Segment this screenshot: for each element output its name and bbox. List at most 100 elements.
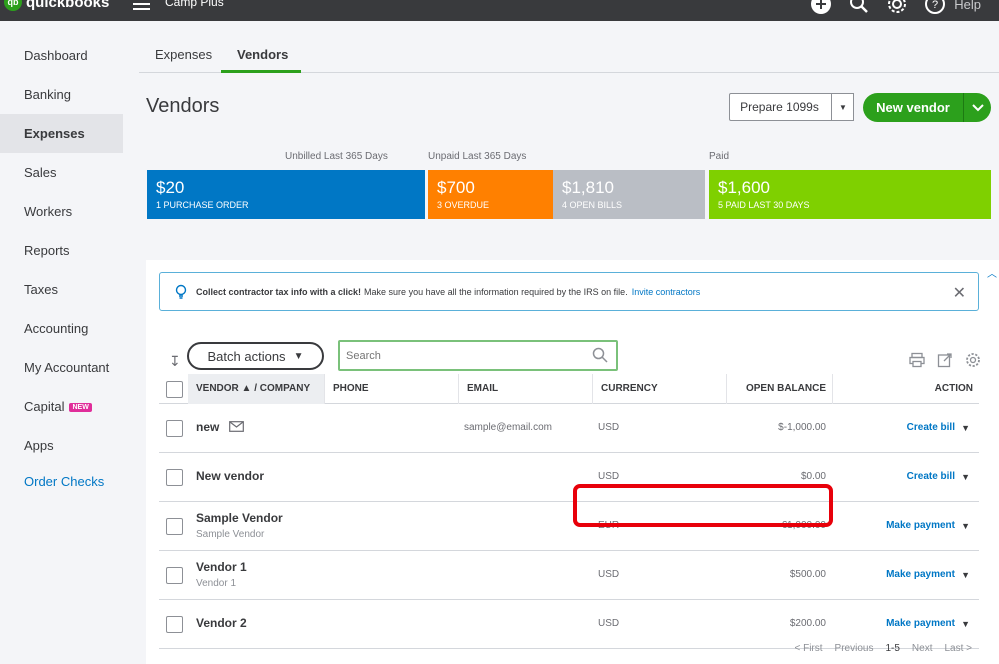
hamburger-menu-icon[interactable]	[133, 0, 150, 10]
batch-actions-button[interactable]: Batch actions ▼	[187, 342, 324, 370]
column-currency[interactable]: CURRENCY	[592, 374, 726, 404]
prepare-1099-dropdown[interactable]: ▼	[831, 93, 854, 121]
new-vendor-dropdown[interactable]	[963, 93, 991, 122]
vendor-name[interactable]: new	[196, 420, 219, 434]
sidebar-item-capital[interactable]: Capital NEW	[0, 387, 123, 426]
vendor-currency: USD	[598, 422, 620, 433]
export-icon[interactable]	[937, 352, 953, 368]
logo-text: quickbooks	[26, 0, 110, 11]
tab-vendors[interactable]: Vendors	[237, 47, 288, 62]
segment-amount: $1,810	[562, 178, 614, 197]
tab-expenses[interactable]: Expenses	[155, 47, 212, 62]
sidebar-item-expenses[interactable]: Expenses	[0, 114, 123, 153]
invite-contractors-link[interactable]: Invite contractors	[632, 287, 701, 297]
make-payment-link[interactable]: Make payment	[886, 618, 955, 629]
main-content: Expenses Vendors Vendors Prepare 1099s ▼…	[123, 21, 999, 664]
action-dropdown-icon[interactable]: ▼	[961, 570, 970, 580]
sidebar-item-taxes[interactable]: Taxes	[0, 270, 123, 309]
pagination: < First Previous 1-5 Next Last >	[794, 643, 972, 654]
sidebar-item-accounting[interactable]: Accounting	[0, 309, 123, 348]
previous-page-link[interactable]: Previous	[835, 643, 874, 654]
column-open-balance[interactable]: OPEN BALANCE	[726, 374, 832, 404]
close-icon[interactable]: ✕	[953, 283, 966, 303]
row-checkbox[interactable]	[166, 616, 183, 633]
mail-icon[interactable]	[229, 421, 244, 432]
vendor-name[interactable]: New vendor	[196, 469, 264, 483]
table-row[interactable]: Vendor 1 Vendor 1 USD $500.00 Make payme…	[159, 551, 979, 600]
vendor-company: Sample Vendor	[196, 529, 265, 540]
select-all-checkbox[interactable]	[166, 381, 183, 398]
create-bill-link[interactable]: Create bill	[907, 471, 955, 482]
quickbooks-logo[interactable]: qb quickbooks	[4, 0, 109, 11]
vendor-name[interactable]: Sample Vendor	[196, 511, 283, 525]
banner-headline: Collect contractor tax info with a click…	[196, 286, 362, 297]
chevron-down-icon: ▼	[839, 102, 847, 112]
create-bill-link[interactable]: Create bill	[907, 422, 955, 433]
sort-arrow-icon[interactable]: ↧	[169, 353, 181, 370]
last-page-link[interactable]: Last >	[944, 643, 972, 654]
scroll-up-icon[interactable]: ︿	[987, 265, 997, 280]
chevron-down-icon	[971, 103, 984, 111]
next-page-link[interactable]: Next	[912, 643, 933, 654]
row-checkbox[interactable]	[166, 567, 183, 584]
table-row[interactable]: new sample@email.com USD $-1,000.00 Crea…	[159, 404, 979, 453]
print-icon[interactable]	[909, 352, 925, 368]
top-bar: qb quickbooks Camp Plus ? Help	[0, 0, 999, 21]
settings-gear-icon[interactable]	[965, 352, 981, 368]
sidebar-item-reports[interactable]: Reports	[0, 231, 123, 270]
search-input[interactable]	[340, 342, 580, 369]
search-icon[interactable]	[592, 347, 608, 363]
row-checkbox[interactable]	[166, 518, 183, 535]
make-payment-link[interactable]: Make payment	[886, 569, 955, 580]
svg-text:?: ?	[932, 0, 938, 11]
segment-caption: 4 OPEN BILLS	[562, 200, 623, 210]
page-range: 1-5	[885, 643, 900, 654]
help-label[interactable]: Help	[954, 0, 981, 12]
first-page-link[interactable]: < First	[794, 643, 822, 654]
lightbulb-icon	[175, 284, 187, 299]
sidebar-item-order-checks[interactable]: Order Checks	[0, 465, 123, 499]
vendor-name[interactable]: Vendor 2	[196, 616, 247, 630]
row-checkbox[interactable]	[166, 469, 183, 486]
vendor-open-balance: $200.00	[789, 618, 826, 629]
tab-bar: Expenses Vendors	[139, 21, 999, 73]
gear-icon[interactable]	[886, 0, 908, 15]
table-row[interactable]: Sample Vendor Sample Vendor EUR €1,000.0…	[159, 502, 979, 551]
help-icon[interactable]: ?	[924, 0, 946, 15]
action-dropdown-icon[interactable]: ▼	[961, 619, 970, 629]
action-dropdown-icon[interactable]: ▼	[961, 472, 970, 482]
sidebar-item-sales[interactable]: Sales	[0, 153, 123, 192]
action-dropdown-icon[interactable]: ▼	[961, 423, 970, 433]
new-vendor-button[interactable]: New vendor	[863, 93, 963, 122]
row-checkbox[interactable]	[166, 420, 183, 437]
search-icon[interactable]	[848, 0, 870, 15]
sidebar-item-my-accountant[interactable]: My Accountant	[0, 348, 123, 387]
column-phone[interactable]: PHONE	[324, 374, 458, 404]
table-row[interactable]: Vendor 2 USD $200.00 Make payment ▼	[159, 600, 979, 649]
sidebar-item-banking[interactable]: Banking	[0, 75, 123, 114]
vendor-open-balance: $-1,000.00	[778, 422, 826, 433]
highlight-annotation	[573, 484, 833, 527]
money-bar-open-bills[interactable]: $1,810 4 OPEN BILLS	[553, 170, 705, 219]
column-vendor[interactable]: VENDOR ▲ / COMPANY	[188, 374, 324, 404]
caret-down-icon: ▼	[293, 350, 304, 362]
plus-circle-icon[interactable]	[810, 0, 832, 15]
vendor-name[interactable]: Vendor 1	[196, 560, 247, 574]
qb-logo-icon: qb	[4, 0, 22, 11]
money-bar-purchase-orders[interactable]: $20 1 PURCHASE ORDER	[147, 170, 425, 219]
money-bar-paid[interactable]: $1,600 5 PAID LAST 30 DAYS	[709, 170, 991, 219]
table-row[interactable]: New vendor USD $0.00 Create bill ▼	[159, 453, 979, 502]
sidebar-item-apps[interactable]: Apps	[0, 426, 123, 465]
segment-amount: $20	[156, 178, 185, 197]
make-payment-link[interactable]: Make payment	[886, 520, 955, 531]
column-email[interactable]: EMAIL	[458, 374, 592, 404]
column-action: ACTION	[832, 374, 979, 404]
action-dropdown-icon[interactable]: ▼	[961, 521, 970, 531]
vendor-search	[338, 340, 618, 371]
sidebar-item-dashboard[interactable]: Dashboard	[0, 36, 123, 75]
prepare-1099-label: Prepare 1099s	[740, 100, 819, 114]
vendor-currency: USD	[598, 618, 620, 629]
money-bar-overdue[interactable]: $700 3 OVERDUE	[428, 170, 553, 219]
vendor-company: Vendor 1	[196, 578, 237, 589]
sidebar-item-workers[interactable]: Workers	[0, 192, 123, 231]
